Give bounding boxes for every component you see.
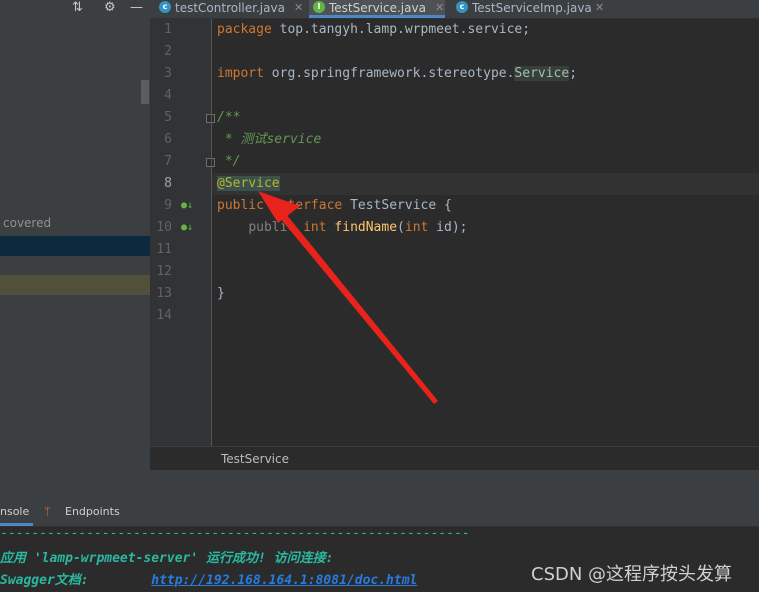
code-line-1: package top.tangyh.lamp.wrpmeet.service; — [217, 19, 530, 41]
line-number: 5 — [164, 110, 172, 125]
tool-window-tabs: nsole ᛘ Endpoints — [0, 500, 759, 527]
editor-tab-bar: c testController.java ✕ I TestService.ja… — [150, 0, 759, 19]
code-line-7: */ — [217, 154, 241, 169]
project-toolbar: ⇅ ⚙ — — [0, 0, 150, 18]
keyword: int — [404, 220, 429, 235]
line-number: 7 — [164, 154, 172, 169]
code-line-8: @Service — [217, 173, 280, 195]
line-number: 10 — [156, 220, 172, 235]
coverage-label: covered — [3, 216, 52, 230]
line-number: 2 — [164, 44, 172, 59]
tree-row-selected[interactable] — [0, 236, 150, 256]
line-number: 8 — [164, 176, 172, 191]
method-name: findName — [326, 220, 398, 235]
line-number: 6 — [164, 132, 172, 147]
editor-gutter: 1 2 3 4 5 6 7 8 9 10 11 12 13 14 ●↓ ●↓ — [150, 19, 215, 446]
class-icon: c — [456, 1, 468, 13]
watermark: CSDN @这程序按头发算 — [531, 564, 733, 585]
tab-test-service-imp[interactable]: c TestServiceImp.java ✕ — [452, 0, 612, 18]
code-text: ( — [397, 220, 405, 235]
line-number: 12 — [156, 264, 172, 279]
tab-endpoints[interactable]: Endpoints — [65, 505, 120, 518]
keyword: int — [295, 220, 327, 235]
code-line-3: import org.springframework.stereotype.Se… — [217, 63, 577, 85]
breadcrumb-bar: TestService — [150, 446, 759, 471]
close-icon[interactable]: ✕ — [595, 1, 604, 15]
console-label: Swagger文档: — [0, 573, 89, 588]
close-icon[interactable]: ✕ — [435, 1, 444, 15]
line-number: 14 — [156, 308, 172, 323]
close-icon[interactable]: ✕ — [294, 1, 303, 15]
highlighted-identifier: Service — [514, 66, 570, 81]
code-line-13: } — [217, 286, 225, 301]
keyword: public — [248, 220, 296, 235]
implemented-marker-icon[interactable]: ●↓ — [181, 195, 193, 217]
console-line: 应用 'lamp-wrpmeet-server' 运行成功! 访问连接: — [0, 551, 334, 566]
current-line-highlight — [212, 173, 759, 195]
tab-label: testController.java — [175, 1, 285, 15]
code-editor[interactable]: 1 2 3 4 5 6 7 8 9 10 11 12 13 14 ●↓ ●↓ p… — [150, 19, 759, 446]
code-text: org.springframework.stereotype. — [263, 66, 515, 81]
keyword: public — [217, 198, 264, 213]
console-spacing — [89, 573, 152, 588]
line-number: 1 — [164, 22, 172, 37]
scrollbar-thumb[interactable] — [141, 80, 149, 104]
gutter-separator — [211, 19, 212, 446]
code-text: top.tangyh.lamp.wrpmeet.service; — [271, 22, 531, 37]
code-text: ; — [569, 66, 578, 81]
interface-icon: I — [313, 1, 325, 13]
tab-label: TestServiceImp.java — [472, 1, 592, 15]
breadcrumb[interactable]: TestService — [221, 452, 289, 466]
line-number: 9 — [164, 198, 172, 213]
code-line-5: /** — [217, 110, 241, 125]
line-number: 3 — [164, 66, 172, 81]
minimize-icon[interactable]: — — [130, 0, 143, 16]
keyword: package — [217, 22, 272, 37]
console-separator: ----------------------------------------… — [0, 526, 470, 541]
swagger-doc-link[interactable]: http://192.168.164.1:8081/doc.html — [151, 573, 417, 588]
line-number: 11 — [156, 242, 172, 257]
implemented-marker-icon[interactable]: ●↓ — [181, 217, 193, 239]
code-line-9: public interface TestService { — [217, 195, 452, 217]
annotation: @Service — [217, 176, 280, 191]
tab-test-service[interactable]: I TestService.java ✕ — [309, 0, 445, 18]
code-text: TestService { — [342, 198, 452, 213]
line-number: 13 — [156, 286, 172, 301]
tab-label: TestService.java — [329, 1, 426, 15]
panel-divider — [0, 470, 759, 500]
code-line-10: public int findName(int id); — [217, 217, 468, 239]
project-panel: ⇅ ⚙ — covered — [0, 0, 150, 470]
line-number: 4 — [164, 88, 172, 103]
code-line-6: * 测试service — [217, 132, 322, 147]
keyword: import — [217, 66, 264, 81]
code-text: id); — [428, 220, 468, 235]
tab-test-controller[interactable]: c testController.java ✕ — [155, 0, 305, 18]
collapse-all-icon[interactable]: ⇅ — [72, 0, 83, 16]
console-line: Swagger文档: http://192.168.164.1:8081/doc… — [0, 569, 417, 588]
tab-console[interactable]: nsole — [0, 505, 29, 518]
tree-row-highlighted[interactable] — [0, 275, 150, 295]
keyword: interface — [263, 198, 343, 213]
class-icon: c — [159, 1, 171, 13]
endpoints-icon: ᛘ — [44, 505, 51, 518]
gear-icon[interactable]: ⚙ — [104, 0, 116, 16]
